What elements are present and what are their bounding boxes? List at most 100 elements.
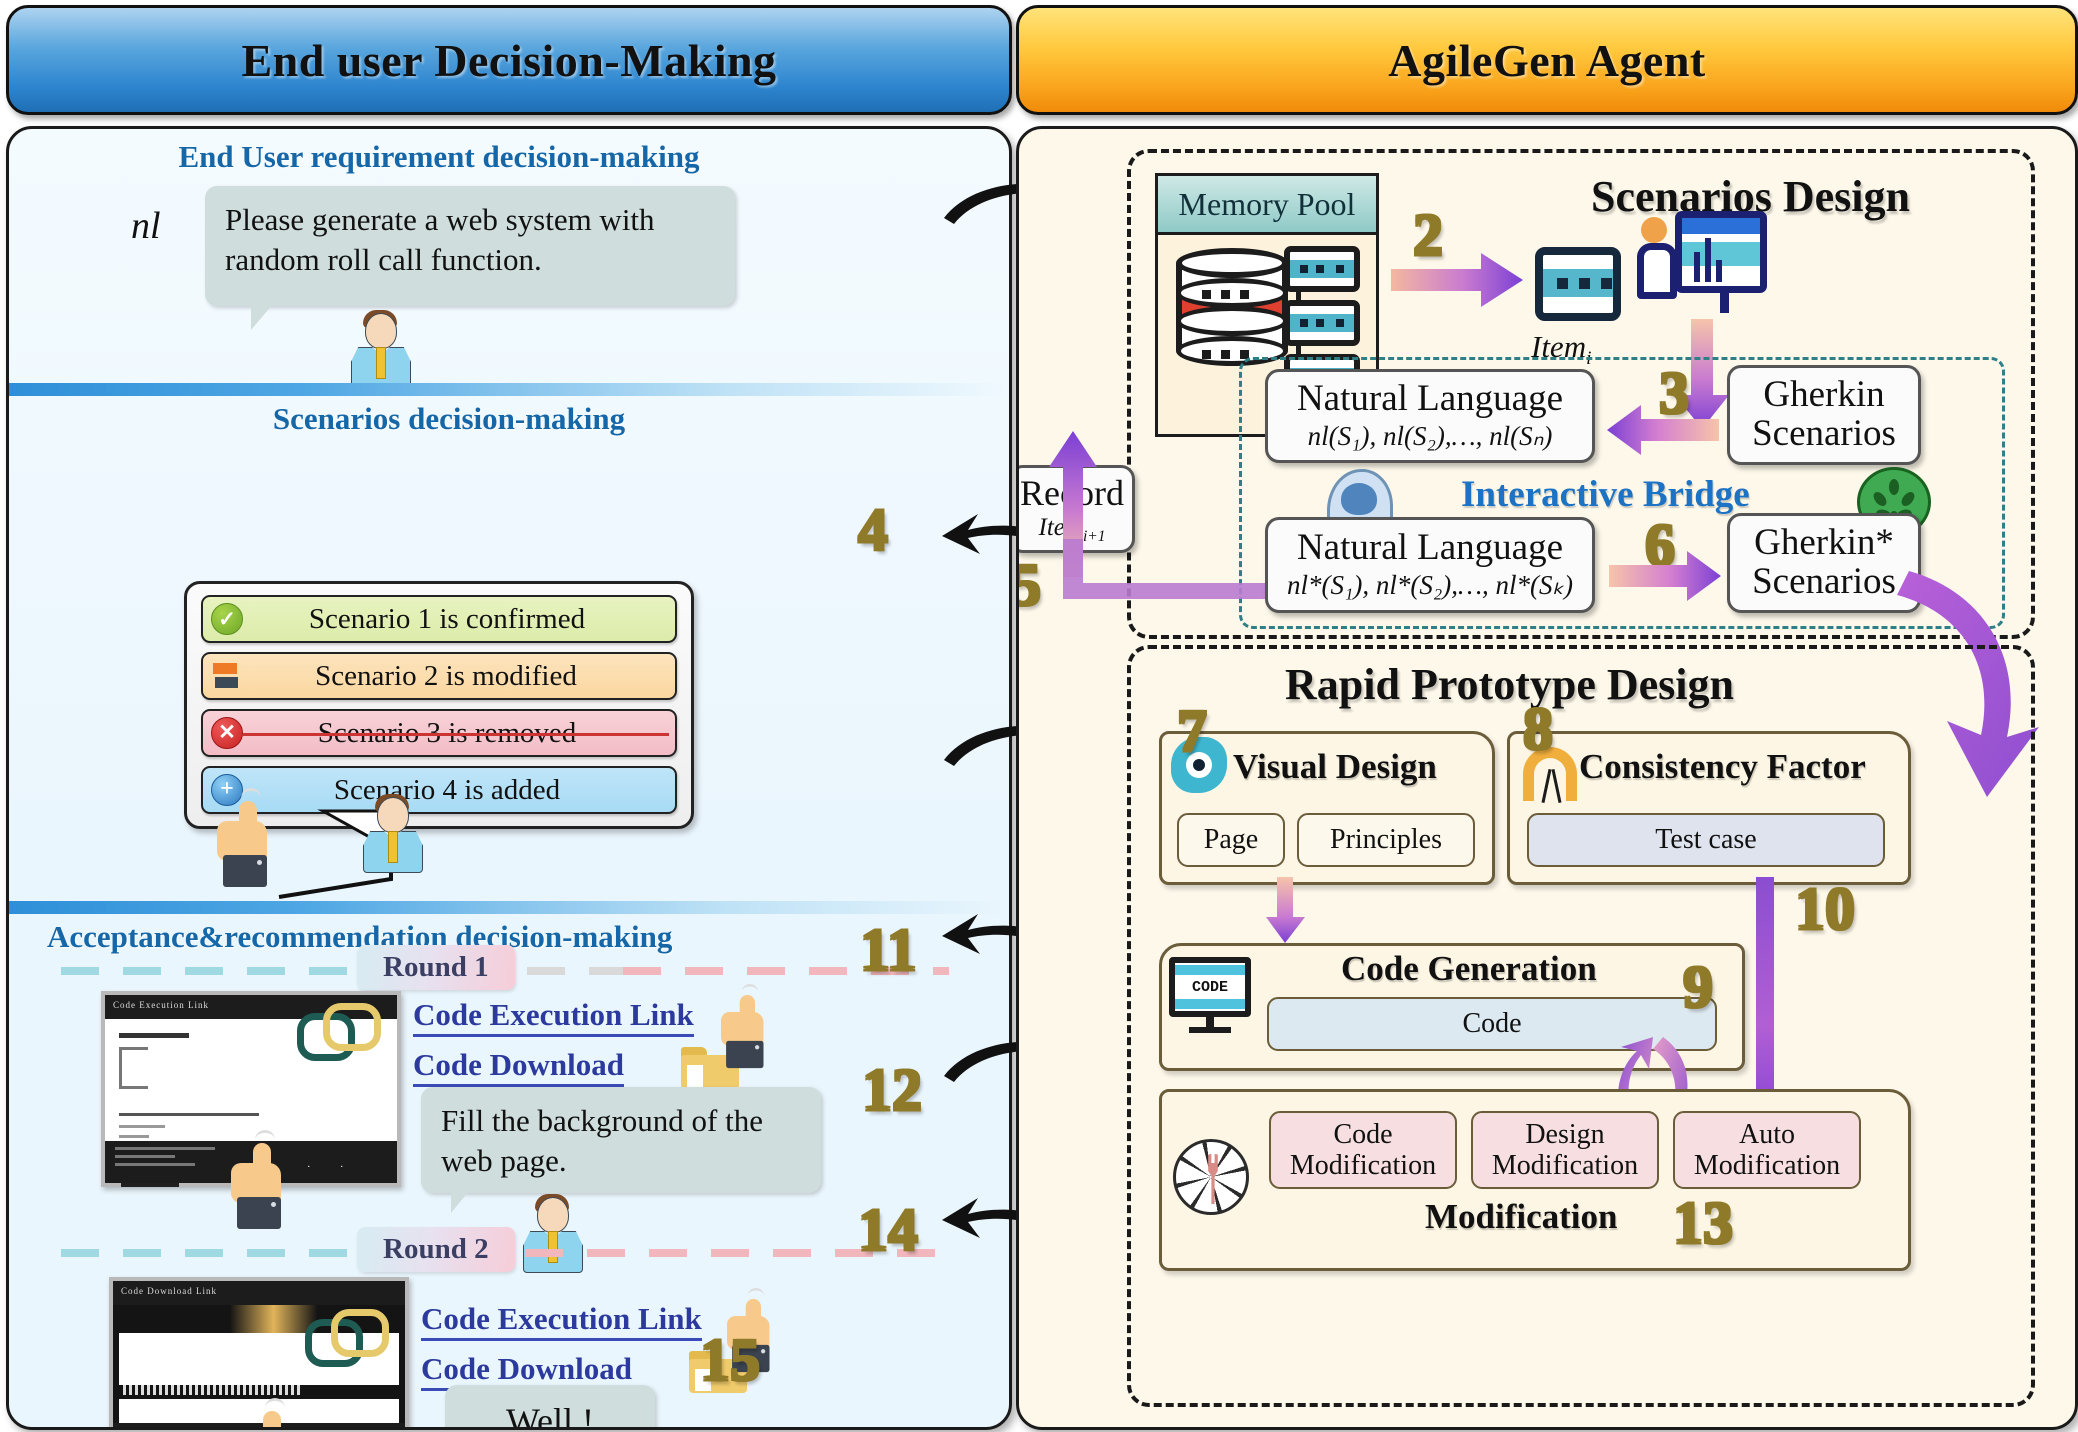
code-monitor-icon: CODE xyxy=(1169,957,1251,1035)
natural-language-title-1: Natural Language xyxy=(1296,378,1564,420)
arrow-memory-to-item xyxy=(1391,253,1523,307)
code-modification-pill[interactable]: Code Modification xyxy=(1269,1111,1457,1189)
memory-item-card-1 xyxy=(1284,246,1360,292)
check-circle-icon: ✓ xyxy=(211,603,243,635)
section-title-scenarios: Scenarios decision-making xyxy=(272,401,626,436)
scenario-row-1[interactable]: ✓ Scenario 1 is confirmed xyxy=(201,595,677,643)
monitor-code-label: CODE xyxy=(1191,979,1228,996)
nl-label: nl xyxy=(131,205,161,247)
auto-modification-line-2: Modification xyxy=(1693,1150,1841,1181)
arrow-gherkin-to-nl xyxy=(1607,405,1719,455)
round-1-feedback-bubble: Fill the background of the web page. xyxy=(421,1087,821,1213)
step-number-7: 7 xyxy=(1177,698,1207,764)
round-2-feedback-bubble: Well ! xyxy=(445,1385,655,1427)
gherkin-2-line-1: Gherkin* xyxy=(1754,522,1894,564)
natural-language-formula-1: nl(S₁), nl(S₂),…, nl(Sₙ) xyxy=(1307,420,1553,451)
step-number-12: 12 xyxy=(862,1057,922,1123)
header-end-user-decision-making: End user Decision-Making xyxy=(6,5,1012,115)
visual-design-page-pill[interactable]: Page xyxy=(1177,813,1285,867)
x-circle-icon: ✕ xyxy=(211,717,243,749)
round-1-code-execution-link[interactable]: Code Execution Link xyxy=(413,997,694,1037)
scenario-2-label: Scenario 2 is modified xyxy=(315,659,577,692)
end-user-avatar-1 xyxy=(349,310,411,389)
gear-wrench-icon xyxy=(1173,1139,1249,1215)
visual-design-title: Visual Design xyxy=(1233,747,1437,786)
round-1-code-download-link[interactable]: Code Download xyxy=(413,1047,625,1087)
round1-dash-left xyxy=(61,967,356,975)
step-number-14: 14 xyxy=(858,1197,918,1263)
scenario-row-3[interactable]: ✕ Scenario 3 is removed xyxy=(201,709,677,757)
memory-pool-title: Memory Pool xyxy=(1158,176,1376,235)
scenario-decision-card: ✓ Scenario 1 is confirmed Scenario 2 is … xyxy=(184,581,694,829)
natural-language-box-1: Natural Language nl(S₁), nl(S₂),…, nl(Sₙ… xyxy=(1265,369,1595,463)
design-modification-line-1: Design xyxy=(1525,1118,1605,1150)
strikethrough-line xyxy=(243,733,669,736)
pointing-hand-round-2 xyxy=(241,1398,295,1427)
link-clip-icon-1 xyxy=(297,1001,381,1061)
pointing-hand-round-1 xyxy=(231,1130,285,1229)
modify-arrows-icon xyxy=(211,661,241,691)
diagram-canvas: End user Decision-Making AgileGen Agent … xyxy=(0,0,2078,1432)
section-title-requirement: End User requirement decision-making xyxy=(178,139,700,174)
consistency-factor-title: Consistency Factor xyxy=(1579,747,1866,786)
natural-language-box-2: Natural Language nl*(S₁), nl*(S₂),…, nl*… xyxy=(1265,517,1595,613)
auto-modification-pill[interactable]: Auto Modification xyxy=(1673,1111,1861,1189)
arrow-visual-to-codegen xyxy=(1266,877,1305,943)
round-2-browser-title: Code Download Link xyxy=(121,1286,217,1296)
avatar-tie xyxy=(376,347,386,379)
section-divider-1 xyxy=(9,383,1009,396)
scenario-4-label: Scenario 4 is added xyxy=(333,773,561,806)
code-modification-line-2: Modification xyxy=(1289,1150,1437,1181)
visual-design-principles-pill[interactable]: Principles xyxy=(1297,813,1475,867)
step-number-8: 8 xyxy=(1523,696,1553,762)
round-1-badge: Round 1 xyxy=(357,945,515,990)
presenter-icon xyxy=(1637,211,1767,317)
header-agilegen-agent: AgileGen Agent xyxy=(1016,5,2078,115)
pointing-hand-scenarios xyxy=(217,788,271,887)
design-modification-line-2: Modification xyxy=(1491,1150,1639,1181)
header-right-label: AgileGen Agent xyxy=(1388,34,1706,86)
item-card-icon xyxy=(1535,247,1621,321)
arrow-nl2-to-gherkin2 xyxy=(1609,551,1721,601)
consistency-test-case-pill[interactable]: Test case xyxy=(1527,813,1885,867)
natural-language-formula-2: nl*(S₁), nl*(S₂),…, nl*(Sₖ) xyxy=(1287,569,1573,600)
step-number-10: 10 xyxy=(1795,876,1855,942)
code-generation-title: Code Generation xyxy=(1341,949,1597,988)
gherkin-2-line-2: Scenarios xyxy=(1752,561,1896,602)
auto-modification-line-1: Auto xyxy=(1739,1118,1795,1150)
rapid-prototype-title: Rapid Prototype Design xyxy=(1285,660,1734,709)
step-number-9: 9 xyxy=(1683,954,1713,1020)
pointing-hand-links-1 xyxy=(721,983,767,1069)
natural-language-title-2: Natural Language xyxy=(1296,527,1564,569)
scenario-row-2[interactable]: Scenario 2 is modified xyxy=(201,652,677,700)
step-number-11: 11 xyxy=(860,917,917,983)
end-user-avatar-2 xyxy=(361,794,423,873)
end-user-avatar-3 xyxy=(521,1194,583,1273)
round-2-code-execution-link[interactable]: Code Execution Link xyxy=(421,1301,702,1341)
modification-title: Modification xyxy=(1425,1197,1618,1236)
database-icon xyxy=(1176,248,1288,366)
arrow-nl2-to-record xyxy=(1063,539,1265,599)
link-clip-icon-2 xyxy=(305,1307,389,1367)
interactive-bridge-title: Interactive Bridge xyxy=(1461,474,1750,515)
step-number-5b: 5 xyxy=(1019,555,1041,615)
gherkin-1-line-2: Scenarios xyxy=(1752,413,1896,454)
header-left-label: End user Decision-Making xyxy=(241,34,777,86)
round2-dash-left xyxy=(61,1249,356,1257)
step-number-13: 13 xyxy=(1673,1190,1733,1256)
round-2-badge: Round 2 xyxy=(357,1227,515,1272)
gherkin-scenarios-box-1: Gherkin Scenarios xyxy=(1727,365,1921,465)
step-number-15: 15 xyxy=(700,1327,760,1393)
right-panel: Scenarios Design Memory Pool 2 Itemi Nat… xyxy=(1016,126,2078,1430)
code-modification-line-1: Code xyxy=(1333,1118,1393,1150)
step-number-4: 4 xyxy=(858,497,888,563)
scenario-row-4[interactable]: + Scenario 4 is added xyxy=(201,766,677,814)
gherkin-1-line-1: Gherkin xyxy=(1763,374,1885,416)
design-modification-pill[interactable]: Design Modification xyxy=(1471,1111,1659,1189)
section-divider-2 xyxy=(9,901,1009,914)
scenario-1-label: Scenario 1 is confirmed xyxy=(308,602,586,635)
avatar-head xyxy=(365,313,397,349)
round1-dash-g2 xyxy=(527,967,627,975)
memory-item-card-2 xyxy=(1284,300,1360,346)
requirement-bubble: Please generate a web system with random… xyxy=(205,186,735,330)
